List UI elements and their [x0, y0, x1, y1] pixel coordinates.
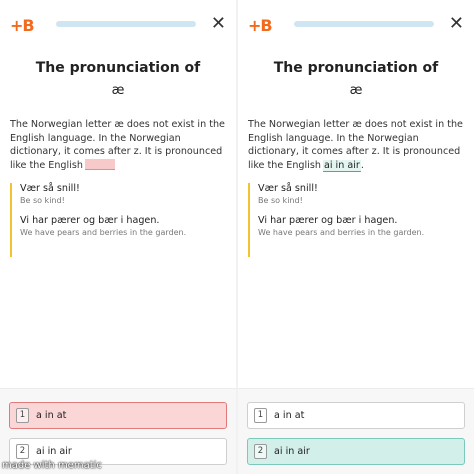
example-translation: Be so kind!	[258, 196, 303, 205]
example-translation: Be so kind!	[20, 196, 65, 205]
option-key: 2	[254, 444, 267, 459]
right-panel: +B ✕ The pronunciation of æ The Norwegia…	[238, 0, 474, 474]
option-key: 1	[254, 408, 267, 423]
lesson-title: The pronunciation of	[35, 60, 201, 76]
option-key: 2	[16, 444, 29, 459]
examples-block: Vær så snill! Be so kind! Vi har pærer o…	[248, 183, 466, 257]
close-icon[interactable]: ✕	[211, 14, 226, 34]
example-sentence: Vær så snill!	[258, 183, 318, 194]
filled-answer: ai in air	[322, 159, 361, 172]
option-label: a in at	[274, 410, 305, 421]
example-sentence: Vi har pærer og bær i hagen.	[258, 215, 398, 226]
example-translation: We have pears and berries in the garden.	[20, 228, 187, 237]
top-bar: +B ✕	[238, 12, 474, 42]
lesson-body-text: The Norwegian letter æ does not exist in…	[10, 119, 225, 171]
example-sentence: Vær så snill!	[20, 183, 80, 194]
lesson-body: The Norwegian letter æ does not exist in…	[248, 119, 463, 172]
lesson-title: The pronunciation of	[273, 60, 439, 76]
brand-logo-icon[interactable]: +B	[10, 16, 35, 35]
examples-block: Vær så snill! Be so kind! Vi har pærer o…	[10, 183, 228, 257]
example-translation: We have pears and berries in the garden.	[258, 228, 425, 237]
top-bar: +B ✕	[0, 12, 236, 42]
left-panel: +B ✕ The pronunciation of æ The Norwegia…	[0, 0, 236, 474]
close-icon[interactable]: ✕	[449, 14, 464, 34]
lesson-glyph: æ	[111, 83, 125, 98]
example-sentence: Vi har pærer og bær i hagen.	[20, 215, 160, 226]
progress-bar	[294, 21, 434, 27]
answer-blank	[84, 158, 115, 170]
watermark-text: made with mematic	[2, 460, 102, 471]
progress-bar	[56, 21, 196, 27]
lesson-body: The Norwegian letter æ does not exist in…	[10, 118, 228, 172]
option-button-1[interactable]: 1 a in at	[9, 402, 227, 429]
answer-footer: 1 a in at 2 ai in air	[238, 388, 474, 474]
brand-logo-icon[interactable]: +B	[248, 16, 273, 35]
option-button-1[interactable]: 1 a in at	[247, 402, 465, 429]
option-label: a in at	[36, 410, 67, 421]
option-key: 1	[16, 408, 29, 423]
option-button-2[interactable]: 2 ai in air	[247, 438, 465, 465]
lesson-glyph: æ	[349, 83, 363, 98]
option-label: ai in air	[274, 446, 310, 457]
option-label: ai in air	[36, 446, 72, 457]
